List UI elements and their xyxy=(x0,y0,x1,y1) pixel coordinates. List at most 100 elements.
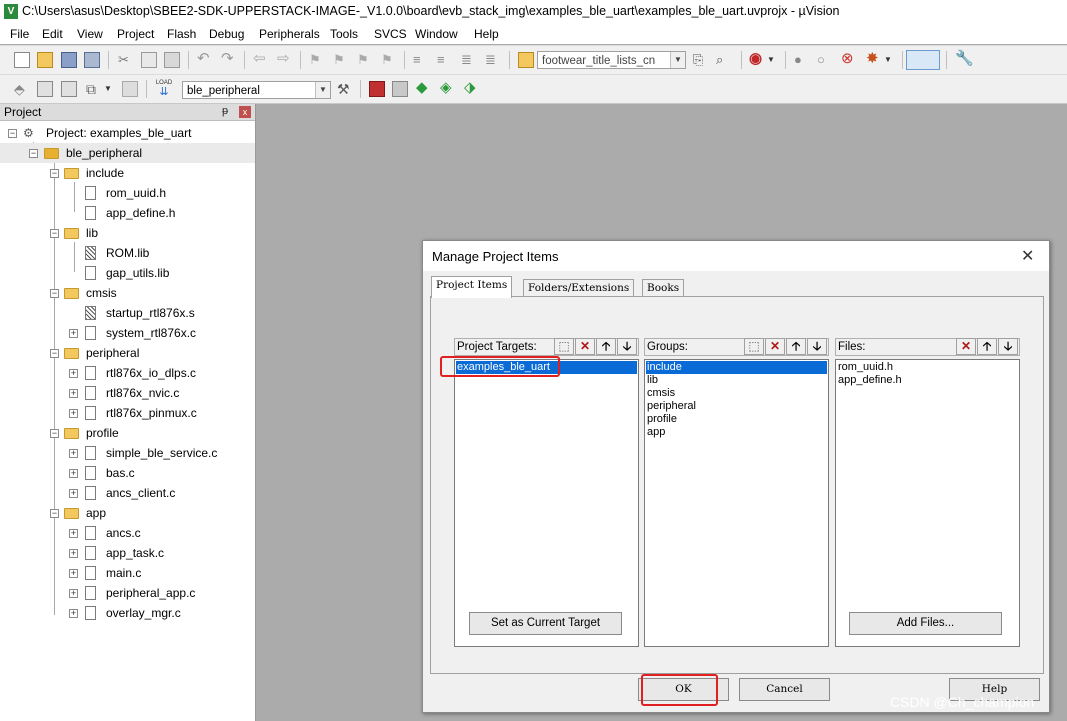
menu-debug[interactable]: Debug xyxy=(209,27,244,41)
open-folder-icon[interactable] xyxy=(37,52,53,68)
collapse-toggle-icon[interactable]: − xyxy=(50,509,59,518)
unindent-icon[interactable]: ≡ xyxy=(437,52,453,68)
tree-item-lib[interactable]: − lib xyxy=(0,223,255,243)
batch-build-icon[interactable]: ⧉ xyxy=(86,81,102,97)
configure-tools-icon[interactable]: 🔧 xyxy=(955,51,974,67)
clear-bookmarks-icon[interactable]: ⚑ xyxy=(381,52,397,68)
tree-item-simple-ble-service-c[interactable]: + simple_ble_service.c xyxy=(0,443,255,463)
save-icon[interactable] xyxy=(61,52,77,68)
menu-flash[interactable]: Flash xyxy=(167,27,196,41)
group-item[interactable]: lib xyxy=(646,374,827,387)
uncomment-icon[interactable]: ≣ xyxy=(485,52,501,68)
build-icon[interactable] xyxy=(37,81,53,97)
expand-toggle-icon[interactable]: + xyxy=(69,389,78,398)
tree-item-peripheral-app-c[interactable]: + peripheral_app.c xyxy=(0,583,255,603)
tree-item-rtl876x-pinmux-c[interactable]: + rtl876x_pinmux.c xyxy=(0,403,255,423)
paste-icon[interactable] xyxy=(164,52,180,68)
group-item[interactable]: include xyxy=(646,361,827,374)
group-item[interactable]: peripheral xyxy=(646,400,827,413)
tree-item-project[interactable]: − ⚙ Project: examples_ble_uart xyxy=(0,123,255,143)
translate-icon[interactable]: ⬘ xyxy=(14,81,30,97)
file-item[interactable]: app_define.h xyxy=(837,374,1018,387)
expand-toggle-icon[interactable]: + xyxy=(69,489,78,498)
tree-item-system-rtl876x-c[interactable]: + system_rtl876x.c xyxy=(0,323,255,343)
batch-dropdown-icon[interactable]: ▼ xyxy=(104,81,120,97)
next-bookmark-icon[interactable]: ⚑ xyxy=(357,52,373,68)
expand-toggle-icon[interactable]: + xyxy=(69,329,78,338)
set-as-current-target-button[interactable]: Set as Current Target xyxy=(469,612,622,635)
group-item[interactable]: app xyxy=(646,426,827,439)
tree-item-app-task-c[interactable]: + app_task.c xyxy=(0,543,255,563)
breakpoint-icon[interactable]: ● xyxy=(794,52,810,68)
collapse-toggle-icon[interactable]: − xyxy=(50,289,59,298)
tree-item-overlay-mgr-c[interactable]: + overlay_mgr.c xyxy=(0,603,255,623)
tab-books[interactable]: Books xyxy=(642,279,685,297)
debug-session-icon[interactable]: ◉ xyxy=(749,51,765,67)
collapse-toggle-icon[interactable]: − xyxy=(50,169,59,178)
navigate-forward-icon[interactable]: ⇨ xyxy=(277,51,293,67)
menu-peripherals[interactable]: Peripherals xyxy=(259,27,320,41)
target-combo[interactable]: ble_peripheral ▼ xyxy=(182,81,331,99)
chevron-down-icon[interactable]: ▼ xyxy=(670,52,685,68)
navigate-back-icon[interactable]: ⇦ xyxy=(253,51,269,67)
close-icon[interactable]: ✕ xyxy=(1021,246,1034,266)
bookmark-icon[interactable]: ⚑ xyxy=(309,52,325,68)
groups-list[interactable]: include lib cmsis peripheral profile app xyxy=(644,359,829,647)
tree-item-profile[interactable]: − profile xyxy=(0,423,255,443)
menu-edit[interactable]: Edit xyxy=(42,27,63,41)
tree-item-rom-lib[interactable]: ROM.lib xyxy=(0,243,255,263)
tree-item-bas-c[interactable]: + bas.c xyxy=(0,463,255,483)
menu-help[interactable]: Help xyxy=(474,27,499,41)
menu-tools[interactable]: Tools xyxy=(330,27,358,41)
disable-all-breakpoints-icon[interactable]: ⊗ xyxy=(841,51,857,67)
load-download-icon[interactable]: LOAD ⇊ xyxy=(155,79,173,99)
file-item[interactable]: rom_uuid.h xyxy=(837,361,1018,374)
move-target-up-icon[interactable]: 🡡 xyxy=(596,338,616,355)
tree-item-ble-peripheral[interactable]: − ble_peripheral xyxy=(0,143,255,163)
expand-toggle-icon[interactable]: + xyxy=(69,469,78,478)
tree-item-gap-utils-lib[interactable]: gap_utils.lib xyxy=(0,263,255,283)
expand-toggle-icon[interactable]: + xyxy=(69,449,78,458)
tree-item-rom-uuid-h[interactable]: rom_uuid.h xyxy=(0,183,255,203)
select-packs-icon[interactable]: ◈ xyxy=(440,80,456,96)
menu-project[interactable]: Project xyxy=(117,27,154,41)
kill-all-breakpoints-icon[interactable]: ✸ xyxy=(866,51,882,67)
rebuild-icon[interactable] xyxy=(61,81,77,97)
move-file-up-icon[interactable]: 🡡 xyxy=(977,338,997,355)
tab-project-items[interactable]: Project Items xyxy=(431,276,513,298)
collapse-toggle-icon[interactable]: − xyxy=(50,229,59,238)
tree-item-app-define-h[interactable]: app_define.h xyxy=(0,203,255,223)
expand-toggle-icon[interactable]: + xyxy=(69,609,78,618)
chevron-down-icon[interactable]: ▼ xyxy=(315,82,330,98)
find-in-files-icon[interactable] xyxy=(518,52,534,68)
menu-file[interactable]: File xyxy=(10,27,29,41)
expand-toggle-icon[interactable]: + xyxy=(69,569,78,578)
expand-toggle-icon[interactable]: + xyxy=(69,589,78,598)
collapse-toggle-icon[interactable]: − xyxy=(50,429,59,438)
pin-icon[interactable]: ᵽ xyxy=(222,105,228,117)
tree-item-include[interactable]: − include xyxy=(0,163,255,183)
delete-group-icon[interactable]: ✕ xyxy=(765,338,785,355)
move-group-up-icon[interactable]: 🡡 xyxy=(786,338,806,355)
collapse-toggle-icon[interactable]: − xyxy=(8,129,17,138)
cancel-button[interactable]: Cancel xyxy=(739,678,830,701)
redo-icon[interactable]: ↷ xyxy=(221,51,237,67)
menu-svcs[interactable]: SVCS xyxy=(374,27,407,41)
indent-icon[interactable]: ≡ xyxy=(413,52,429,68)
target-options-icon[interactable]: ⚒ xyxy=(337,81,353,97)
comment-icon[interactable]: ≣ xyxy=(461,52,477,68)
tree-item-rtl876x-io-dlps-c[interactable]: + rtl876x_io_dlps.c xyxy=(0,363,255,383)
files-list[interactable]: rom_uuid.h app_define.h xyxy=(835,359,1020,647)
new-file-icon[interactable] xyxy=(14,52,30,68)
find-icon[interactable]: ⎘ xyxy=(693,52,709,68)
menu-view[interactable]: View xyxy=(77,27,103,41)
collapse-toggle-icon[interactable]: − xyxy=(29,149,38,158)
tree-item-main-c[interactable]: + main.c xyxy=(0,563,255,583)
panel-close-icon[interactable]: x xyxy=(239,106,251,118)
expand-toggle-icon[interactable]: + xyxy=(69,549,78,558)
tree-item-rtl876x-nvic-c[interactable]: + rtl876x_nvic.c xyxy=(0,383,255,403)
prev-bookmark-icon[interactable]: ⚑ xyxy=(333,52,349,68)
expand-toggle-icon[interactable]: + xyxy=(69,369,78,378)
cut-icon[interactable]: ✂ xyxy=(118,52,134,68)
copy-icon[interactable] xyxy=(141,52,157,68)
